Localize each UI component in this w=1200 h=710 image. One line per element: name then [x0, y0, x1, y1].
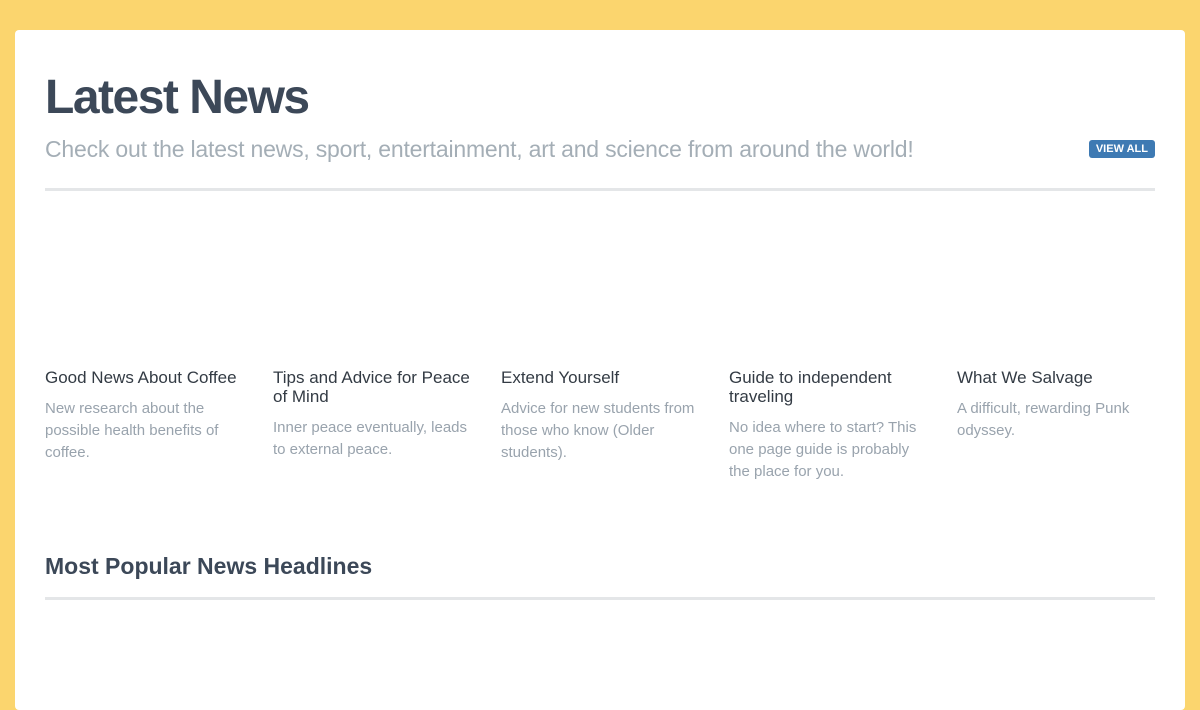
news-item-extend-yourself[interactable]: Extend Yourself Advice for new students … — [501, 222, 699, 464]
news-item-description: Advice for new students from those who k… — [501, 400, 695, 461]
news-thumbnail[interactable] — [45, 222, 243, 368]
popular-divider — [45, 597, 1155, 600]
news-item-title[interactable]: What We Salvage — [957, 368, 1155, 387]
page-title: Latest News — [45, 71, 310, 124]
news-item-independent-traveling[interactable]: Guide to independent traveling No idea w… — [729, 222, 927, 483]
news-item-peace-of-mind[interactable]: Tips and Advice for Peace of Mind Inner … — [273, 222, 471, 461]
header-divider — [45, 188, 1155, 191]
news-item-title[interactable]: Good News About Coffee — [45, 368, 243, 387]
news-item-description: A difficult, rewarding Punk odyssey. — [957, 400, 1130, 439]
news-card: Latest News Check out the latest news, s… — [15, 30, 1185, 710]
news-thumbnail[interactable] — [957, 222, 1155, 368]
news-item-description: New research about the possible health b… — [45, 400, 219, 461]
news-thumbnail[interactable] — [729, 222, 927, 368]
page-subtitle: Check out the latest news, sport, entert… — [45, 136, 914, 162]
view-all-button[interactable]: VIEW ALL — [1088, 140, 1155, 158]
news-thumbnail[interactable] — [501, 222, 699, 368]
news-item-description: No idea where to start? This one page gu… — [729, 419, 917, 480]
latest-news-grid: Good News About Coffee New research abou… — [45, 222, 1155, 512]
news-thumbnail[interactable] — [273, 222, 471, 368]
news-item-coffee[interactable]: Good News About Coffee New research abou… — [45, 222, 243, 464]
news-item-title[interactable]: Guide to independent traveling — [729, 368, 927, 406]
news-item-title[interactable]: Extend Yourself — [501, 368, 699, 387]
popular-section-title: Most Popular News Headlines — [45, 553, 373, 579]
news-item-title[interactable]: Tips and Advice for Peace of Mind — [273, 368, 471, 406]
news-item-description: Inner peace eventually, leads to externa… — [273, 419, 468, 458]
news-item-what-we-salvage[interactable]: What We Salvage A difficult, rewarding P… — [957, 222, 1155, 442]
